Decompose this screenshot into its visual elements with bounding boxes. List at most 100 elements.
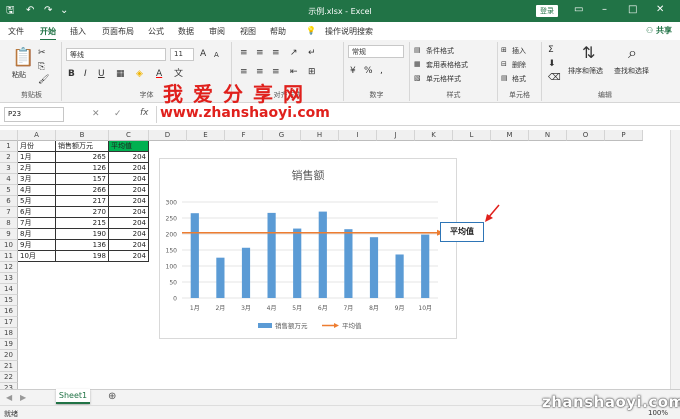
- find-select-icon[interactable]: ⌕: [628, 44, 637, 62]
- column-header-k[interactable]: K: [415, 130, 453, 141]
- fill-color-icon[interactable]: ◈: [136, 69, 143, 79]
- font-color-icon[interactable]: A: [156, 69, 162, 79]
- row-header-2[interactable]: 2: [0, 152, 18, 163]
- column-header-m[interactable]: M: [491, 130, 529, 141]
- cell-C3[interactable]: 204: [109, 163, 149, 174]
- tab-review[interactable]: 审阅: [209, 26, 225, 37]
- tab-file[interactable]: 文件: [8, 26, 24, 37]
- cancel-icon[interactable]: ✕: [92, 109, 100, 119]
- column-header-b[interactable]: B: [56, 130, 109, 141]
- insert-function-icon[interactable]: fx: [140, 108, 149, 118]
- bold-icon[interactable]: B: [68, 69, 75, 79]
- name-box[interactable]: P23: [4, 107, 64, 122]
- row-header-14[interactable]: 14: [0, 284, 18, 295]
- enter-icon[interactable]: ✓: [114, 109, 122, 119]
- insert-cells-icon[interactable]: ⊞: [501, 45, 507, 55]
- row-header-17[interactable]: 17: [0, 317, 18, 328]
- tab-insert[interactable]: 插入: [70, 26, 86, 37]
- column-header-h[interactable]: H: [301, 130, 339, 141]
- sales-chart[interactable]: 销售额 0 50 100 150 200 250 300 1月 2月 3月 4月 5月 6月 7月 8月 9月…: [159, 158, 457, 339]
- decrease-font-icon[interactable]: A: [214, 50, 219, 60]
- number-format-select[interactable]: 常规: [348, 45, 404, 58]
- prev-sheet-icon[interactable]: ◀: [6, 393, 12, 403]
- conditional-format-icon[interactable]: ▤: [414, 45, 421, 55]
- row-header-16[interactable]: 16: [0, 306, 18, 317]
- row-header-21[interactable]: 21: [0, 361, 18, 372]
- format-as-table-icon[interactable]: ▦: [414, 59, 421, 69]
- row-header-20[interactable]: 20: [0, 350, 18, 361]
- clear-icon[interactable]: ⌫: [548, 73, 561, 83]
- increase-font-icon[interactable]: A: [200, 49, 206, 59]
- cell-C7[interactable]: 204: [109, 207, 149, 218]
- cell-C5[interactable]: 204: [109, 185, 149, 196]
- delete-cells-button[interactable]: 删除: [512, 60, 526, 70]
- cell-B9[interactable]: 190: [56, 229, 109, 240]
- delete-cells-icon[interactable]: ⊟: [501, 59, 507, 69]
- find-select-button[interactable]: 查找和选择: [614, 66, 649, 76]
- column-header-i[interactable]: I: [339, 130, 377, 141]
- row-header-12[interactable]: 12: [0, 262, 18, 273]
- conditional-format-button[interactable]: 条件格式: [426, 46, 454, 56]
- cell-A9[interactable]: 8月: [18, 229, 56, 240]
- maximize-icon[interactable]: □: [628, 4, 637, 15]
- border-icon[interactable]: ▦: [116, 69, 125, 79]
- merge-center-icon[interactable]: ⊞: [308, 67, 316, 77]
- cut-icon[interactable]: ✂: [38, 48, 46, 58]
- row-header-9[interactable]: 9: [0, 229, 18, 240]
- cell-A3[interactable]: 2月: [18, 163, 56, 174]
- cell-styles-icon[interactable]: ▧: [414, 73, 421, 83]
- insert-cells-button[interactable]: 插入: [512, 46, 526, 56]
- tab-home[interactable]: 开始: [40, 26, 56, 41]
- middle-align-icon[interactable]: ≡: [256, 48, 264, 58]
- cell-C4[interactable]: 204: [109, 174, 149, 185]
- row-header-19[interactable]: 19: [0, 339, 18, 350]
- login-button[interactable]: 登录: [536, 5, 558, 17]
- paste-icon[interactable]: 📋: [12, 48, 34, 68]
- sort-filter-icon[interactable]: ⇅: [582, 44, 595, 62]
- cell-C2[interactable]: 204: [109, 152, 149, 163]
- cell-C8[interactable]: 204: [109, 218, 149, 229]
- cell-styles-button[interactable]: 单元格样式: [426, 74, 461, 84]
- cell-B2[interactable]: 265: [56, 152, 109, 163]
- column-header-p[interactable]: P: [605, 130, 643, 141]
- cell-A5[interactable]: 4月: [18, 185, 56, 196]
- share-button[interactable]: ⚇ 共享: [646, 25, 672, 36]
- column-header-d[interactable]: D: [149, 130, 187, 141]
- copy-icon[interactable]: ⎘: [38, 62, 45, 72]
- tab-page-layout[interactable]: 页面布局: [102, 26, 134, 37]
- row-header-11[interactable]: 11: [0, 251, 18, 262]
- tell-me-search[interactable]: 操作说明搜索: [325, 26, 373, 37]
- autosum-icon[interactable]: Σ: [548, 45, 554, 55]
- next-sheet-icon[interactable]: ▶: [20, 393, 26, 403]
- align-center-icon[interactable]: ≡: [256, 67, 264, 77]
- cell-B4[interactable]: 157: [56, 174, 109, 185]
- column-header-l[interactable]: L: [453, 130, 491, 141]
- cell-B7[interactable]: 270: [56, 207, 109, 218]
- cell-A4[interactable]: 3月: [18, 174, 56, 185]
- underline-icon[interactable]: U: [98, 69, 105, 79]
- format-cells-icon[interactable]: ▤: [501, 73, 508, 83]
- column-header-n[interactable]: N: [529, 130, 567, 141]
- row-header-13[interactable]: 13: [0, 273, 18, 284]
- minimize-icon[interactable]: –: [602, 4, 607, 15]
- column-header-e[interactable]: E: [187, 130, 225, 141]
- row-header-1[interactable]: 1: [0, 141, 18, 152]
- format-cells-button[interactable]: 格式: [512, 74, 526, 84]
- column-header-c[interactable]: C: [109, 130, 149, 141]
- percent-icon[interactable]: %: [364, 66, 373, 76]
- cell-B11[interactable]: 198: [56, 251, 109, 262]
- cell-C6[interactable]: 204: [109, 196, 149, 207]
- font-size-select[interactable]: 11: [170, 48, 194, 61]
- cell-B8[interactable]: 215: [56, 218, 109, 229]
- italic-icon[interactable]: I: [84, 69, 87, 79]
- cell-C10[interactable]: 204: [109, 240, 149, 251]
- cell-C1[interactable]: 平均值: [109, 141, 149, 152]
- row-header-7[interactable]: 7: [0, 207, 18, 218]
- close-icon[interactable]: ✕: [656, 4, 664, 15]
- cell-A7[interactable]: 6月: [18, 207, 56, 218]
- row-header-22[interactable]: 22: [0, 372, 18, 383]
- row-header-15[interactable]: 15: [0, 295, 18, 306]
- currency-icon[interactable]: ¥: [350, 66, 356, 76]
- column-header-a[interactable]: A: [18, 130, 56, 141]
- tab-formulas[interactable]: 公式: [148, 26, 164, 37]
